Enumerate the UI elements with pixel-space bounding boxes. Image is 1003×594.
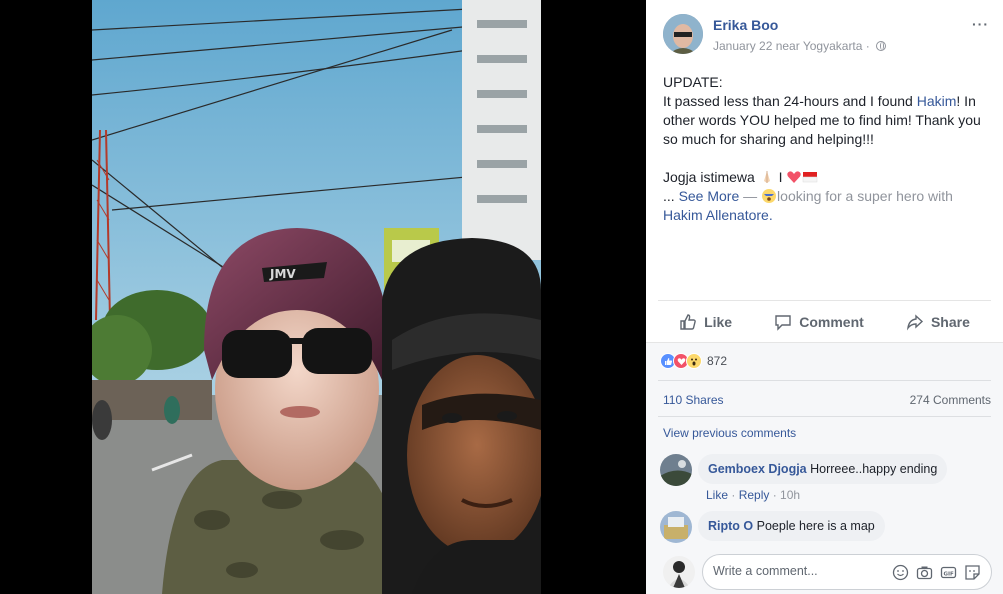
post-meta: January 22 near Yogyakarta · <box>713 39 887 53</box>
post-action-bar: Like Comment Share <box>658 300 991 342</box>
comment-reply-link[interactable]: Reply <box>739 488 770 502</box>
ellipsis-text: ... <box>663 188 679 204</box>
author-name[interactable]: Erika Boo <box>713 17 778 33</box>
comment-bubble: Ripto O Poeple here is a map <box>698 511 885 541</box>
post-meta-text[interactable]: January 22 near Yogyakarta · <box>713 39 870 53</box>
indonesia-flag-emoji-icon <box>803 172 818 183</box>
update-label: UPDATE: <box>663 74 723 90</box>
like-button[interactable]: Like <box>679 313 732 331</box>
post-paragraph-1: UPDATE: It passed less than 24-hours and… <box>663 73 993 149</box>
comment-like-link[interactable]: Like <box>706 488 728 502</box>
feeling-separator: — <box>739 188 762 204</box>
globe-icon <box>876 41 887 51</box>
comment-time[interactable]: 10h <box>780 488 800 502</box>
photo-viewer: JMV <box>0 0 646 594</box>
comment-icon <box>775 314 791 331</box>
praying-hands-emoji-icon <box>763 171 770 183</box>
comment-text: Horreee..happy ending <box>810 462 938 476</box>
post-text: UPDATE: It passed less than 24-hours and… <box>663 73 993 225</box>
commenter-name[interactable]: Gemboex Djogja <box>708 462 807 476</box>
commenter-avatar[interactable] <box>660 511 692 543</box>
sticker-icon[interactable] <box>964 564 981 581</box>
current-user-avatar[interactable] <box>663 556 695 588</box>
author-avatar[interactable] <box>663 14 703 54</box>
svg-text:GIF: GIF <box>944 572 955 578</box>
share-button[interactable]: Share <box>906 313 970 331</box>
shares-count[interactable]: 110 Shares <box>663 393 724 407</box>
comment-actions: Like · Reply · 10h <box>706 488 801 502</box>
commenter-name[interactable]: Ripto O <box>708 519 753 533</box>
post-body-a: It passed less than 24-hours and I found <box>663 93 917 109</box>
comment-label: Comment <box>799 313 864 330</box>
more-icon[interactable]: ··· <box>972 16 989 32</box>
comment-bubble: Gemboex Djogja Horreee..happy ending <box>698 454 948 484</box>
like-label: Like <box>704 313 733 330</box>
see-more-link[interactable]: See More <box>679 188 740 204</box>
reaction-count: 872 <box>707 354 728 368</box>
feeling-text: looking for a super hero with <box>777 188 953 204</box>
super-hero-feeling-icon <box>762 189 777 203</box>
comment-input[interactable] <box>713 564 883 578</box>
camera-icon[interactable] <box>916 564 933 581</box>
comment-text: Poeple here is a map <box>756 519 875 533</box>
tagged-hakim-link[interactable]: Hakim <box>917 93 957 109</box>
reactions-summary[interactable]: 872 <box>660 353 727 369</box>
view-previous-comments-link[interactable]: View previous comments <box>663 426 796 440</box>
comment-composer: GIF <box>702 554 992 590</box>
gif-icon[interactable]: GIF <box>940 564 957 581</box>
post-panel: Erika Boo January 22 near Yogyakarta · ·… <box>646 0 1003 594</box>
wow-reaction-icon <box>686 353 702 369</box>
commenter-avatar[interactable] <box>660 454 692 486</box>
divider <box>658 380 991 381</box>
share-icon <box>906 313 924 331</box>
like-icon <box>680 313 696 330</box>
svg-text:JMV: JMV <box>269 267 296 281</box>
post-photo[interactable]: JMV <box>92 0 541 594</box>
comments-section: 872 110 Shares 274 Comments View previou… <box>646 342 1003 594</box>
post-header: Erika Boo January 22 near Yogyakarta · <box>663 14 993 54</box>
comments-count[interactable]: 274 Comments <box>910 393 991 407</box>
heart-emoji-icon <box>787 171 802 183</box>
share-label: Share <box>930 313 970 330</box>
divider <box>658 416 991 417</box>
jogja-text: Jogja istimewa <box>663 169 755 185</box>
comment-button[interactable]: Comment <box>774 313 864 331</box>
tagged-hakim-allenatore-link[interactable]: Hakim Allenatore. <box>663 207 773 223</box>
emoji-icon[interactable] <box>892 564 909 581</box>
i-text: I <box>774 169 787 185</box>
post-paragraph-2: Jogja istimewa I ... See More — looking … <box>663 168 993 225</box>
composer-icons: GIF <box>892 564 981 581</box>
